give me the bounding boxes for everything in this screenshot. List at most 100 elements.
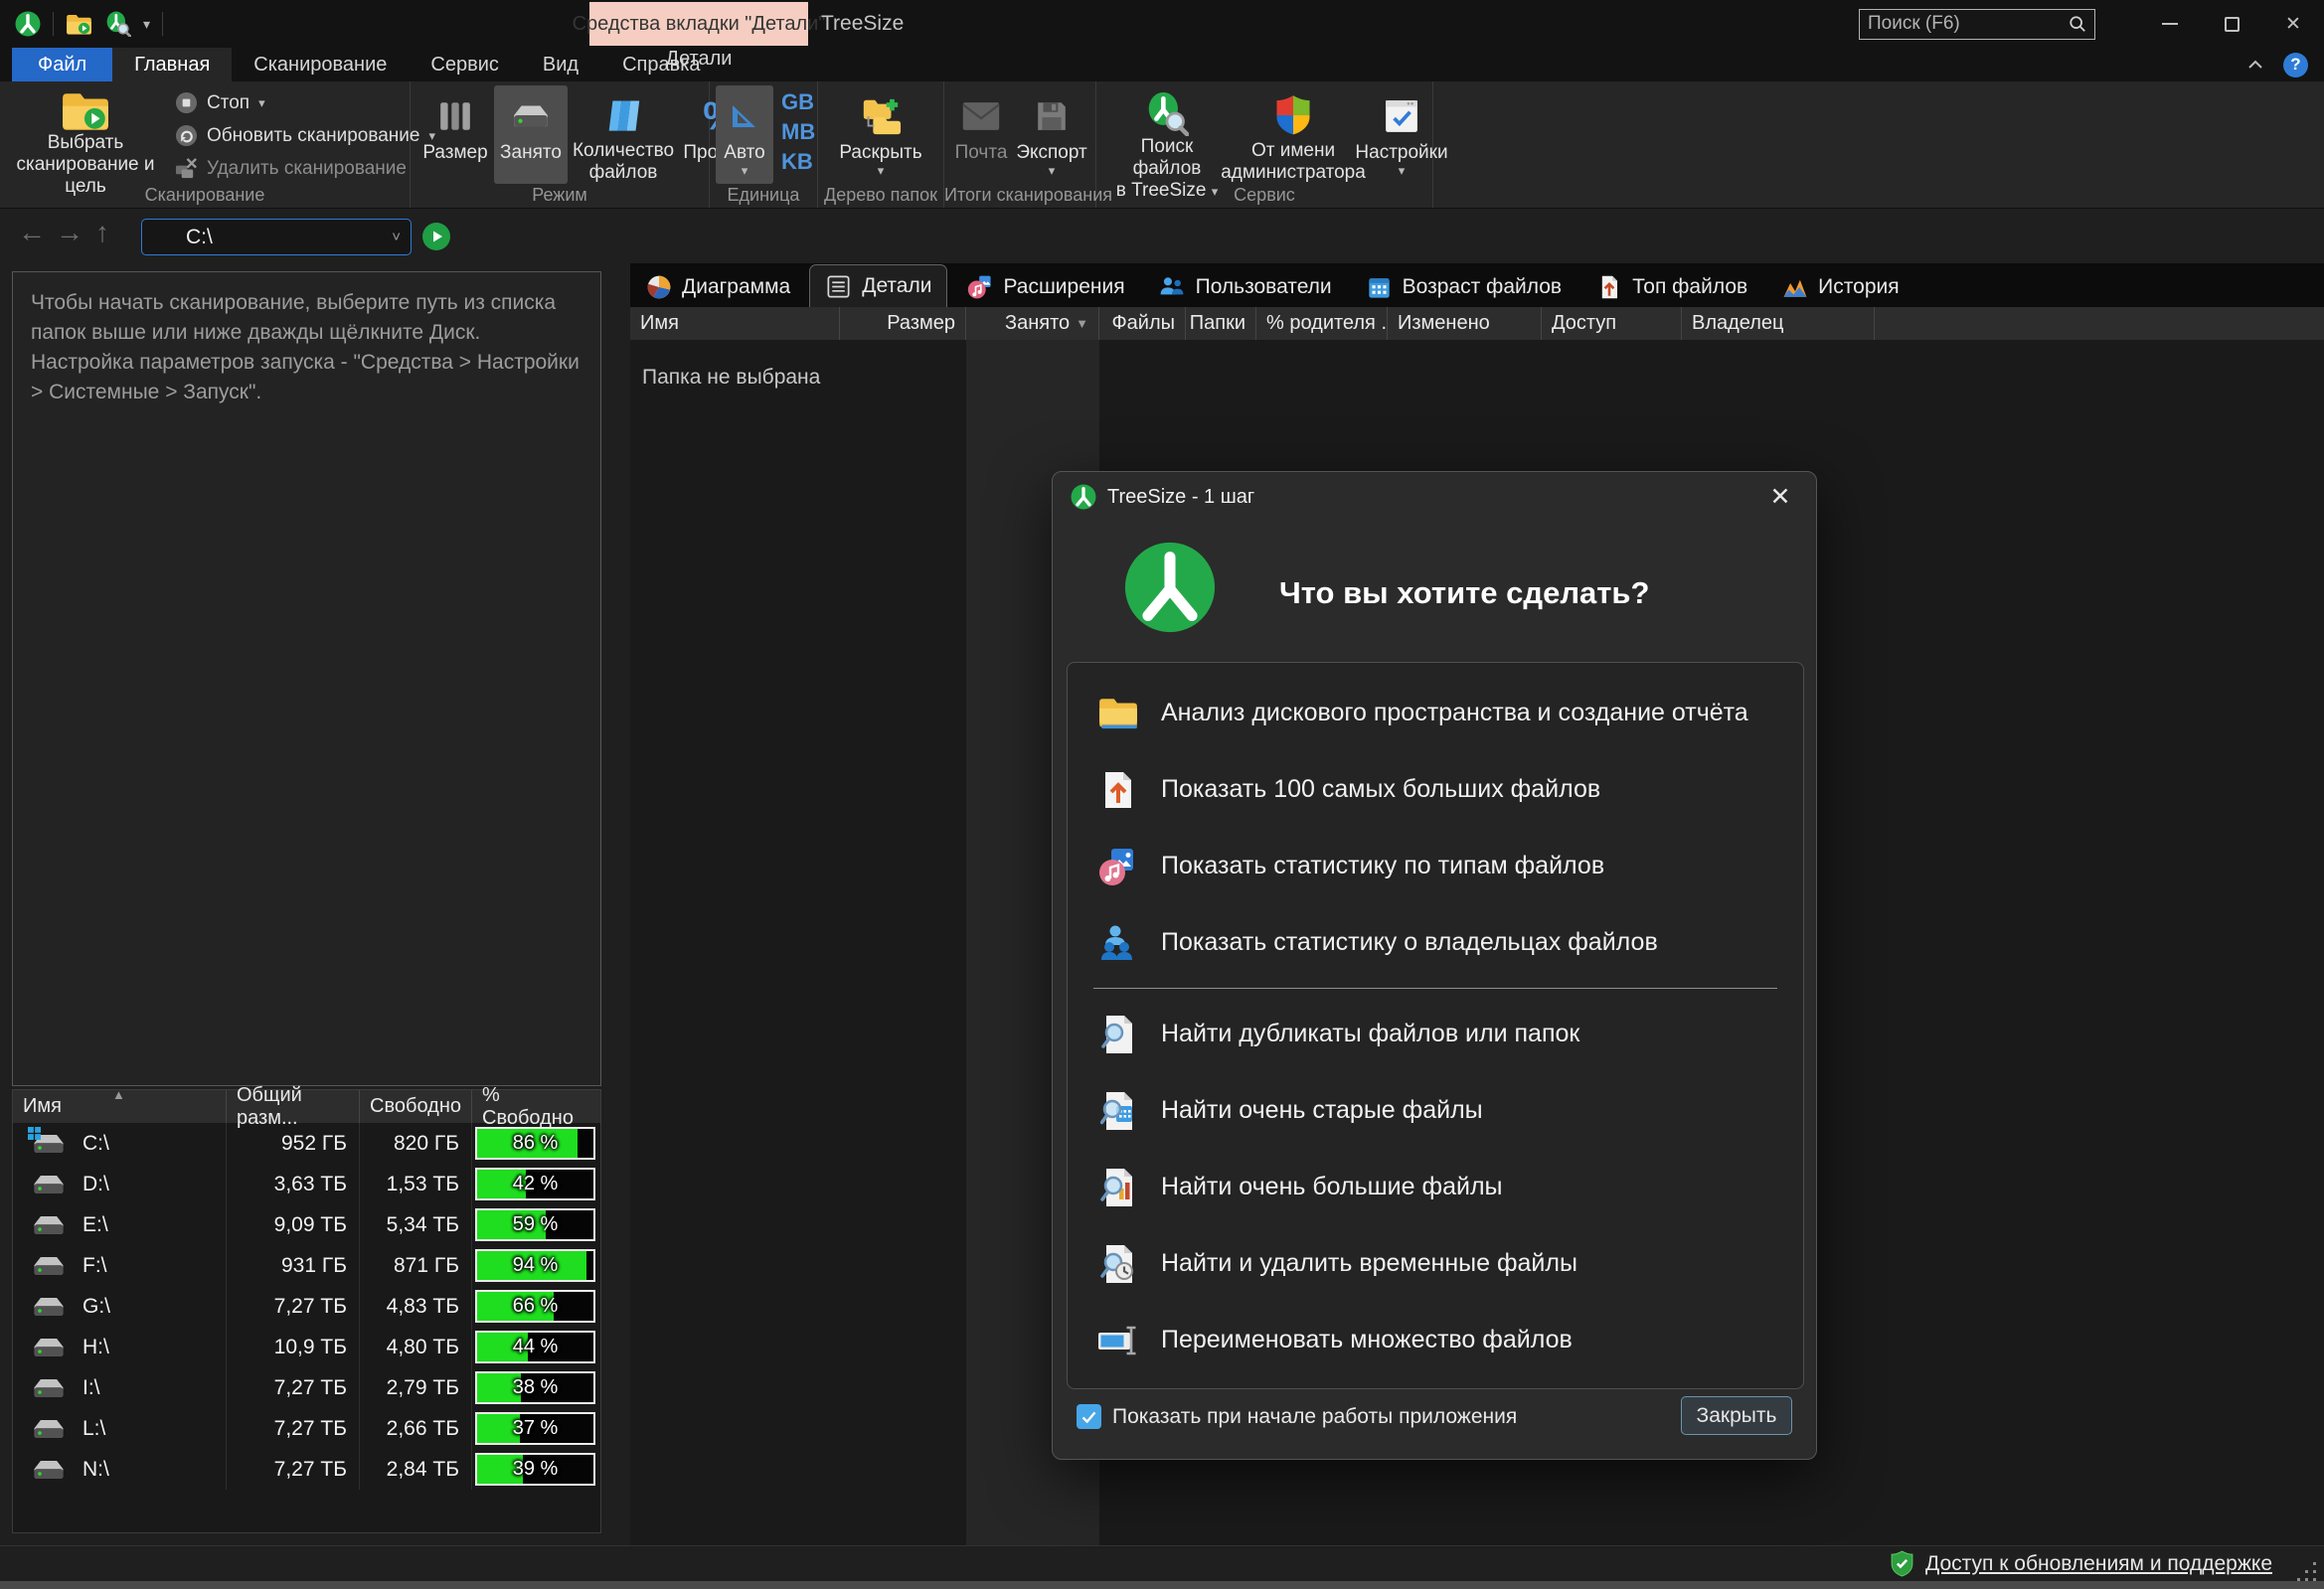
stop-icon xyxy=(175,91,198,114)
group-label-unit: Единица xyxy=(710,185,817,206)
action-batch-rename[interactable]: Переименовать множество файлов xyxy=(1068,1302,1803,1378)
action-find-old-files[interactable]: Найти очень старые файлы xyxy=(1068,1072,1803,1149)
action-find-duplicates[interactable]: Найти дубликаты файлов или папок xyxy=(1068,996,1803,1072)
tab-file[interactable]: Файл xyxy=(12,48,112,81)
search-icon[interactable] xyxy=(2069,15,2086,33)
tab-scan[interactable]: Сканирование xyxy=(232,48,409,81)
column-header-total[interactable]: Общий разм... xyxy=(227,1090,360,1123)
view-tab-history[interactable]: История xyxy=(1766,267,1913,307)
chevron-down-icon[interactable]: ˅ xyxy=(392,229,401,245)
column-header-size[interactable]: Размер xyxy=(840,307,966,340)
drive-icon xyxy=(31,1294,67,1320)
unit-auto-button[interactable]: Авто ▾ xyxy=(716,85,773,184)
mode-size-button[interactable]: Размер xyxy=(416,85,494,184)
drive-row[interactable]: F:\ 931 ГБ 871 ГБ 94 % xyxy=(13,1245,600,1286)
free-space-bar: 44 % xyxy=(475,1331,595,1363)
column-header-allocated[interactable]: Занято▼ xyxy=(966,307,1099,340)
column-header-files[interactable]: Файлы xyxy=(1099,307,1186,340)
collapse-ribbon-icon[interactable] xyxy=(2247,60,2263,70)
column-header-filler xyxy=(1875,307,2324,340)
search-document-icon xyxy=(1095,1014,1141,1055)
action-file-type-stats[interactable]: Показать статистику по типам файлов xyxy=(1068,828,1803,904)
view-tab-users[interactable]: Пользователи xyxy=(1144,267,1347,307)
column-header-pct-free[interactable]: % Свободно xyxy=(472,1090,598,1123)
view-tab-file-age[interactable]: Возраст файлов xyxy=(1351,267,1577,307)
search-input[interactable] xyxy=(1860,13,2069,35)
expand-button[interactable]: Раскрыть ▾ xyxy=(829,85,932,184)
app-logo-icon[interactable] xyxy=(14,11,41,38)
drive-row[interactable]: G:\ 7,27 ТБ 4,83 ТБ 66 % xyxy=(13,1286,600,1327)
mode-allocated-button[interactable]: Занято xyxy=(494,85,568,184)
dialog-close-button[interactable]: Закрыть xyxy=(1681,1396,1792,1435)
qat-select-scan-icon[interactable] xyxy=(66,11,92,38)
drive-row[interactable]: I:\ 7,27 ТБ 2,79 ТБ 38 % xyxy=(13,1367,600,1408)
forward-icon[interactable]: → xyxy=(56,217,83,248)
qat-customize-icon[interactable]: ▾ xyxy=(143,17,150,31)
updates-support-link[interactable]: Доступ к обновлениям и поддержке xyxy=(1925,1552,2272,1576)
path-combobox[interactable]: C:\ ˅ xyxy=(141,219,412,255)
tab-service[interactable]: Сервис xyxy=(409,48,521,81)
unit-gb-button[interactable]: GB xyxy=(781,89,815,115)
delete-scan-button[interactable]: Удалить сканирование xyxy=(175,157,435,180)
minimize-button[interactable] xyxy=(2139,0,2201,48)
drive-icon xyxy=(31,1416,67,1442)
qat-file-search-icon[interactable] xyxy=(104,11,131,38)
drive-row[interactable]: H:\ 10,9 ТБ 4,80 ТБ 44 % xyxy=(13,1327,600,1367)
file-search-button[interactable]: Поиск файловв TreeSize ▾ xyxy=(1102,85,1232,184)
path-value: C:\ xyxy=(142,226,213,249)
search-box[interactable] xyxy=(1859,9,2095,40)
drive-icon xyxy=(510,90,552,142)
stop-button[interactable]: Стоп▾ xyxy=(175,91,435,114)
column-header-folders[interactable]: Папки xyxy=(1186,307,1256,340)
column-header-name[interactable]: Имя ▲ xyxy=(13,1090,227,1123)
options-icon xyxy=(1384,90,1419,142)
tab-details-contextual[interactable]: Детали xyxy=(589,48,808,71)
up-icon[interactable]: ↑ xyxy=(95,217,109,248)
back-icon[interactable]: ← xyxy=(18,217,46,248)
free-space-bar: 94 % xyxy=(475,1249,595,1282)
drive-row[interactable]: N:\ 7,27 ТБ 2,84 ТБ 39 % xyxy=(13,1449,600,1490)
refresh-scan-button[interactable]: Обновить сканирование▾ xyxy=(175,124,435,147)
free-space-bar: 38 % xyxy=(475,1371,595,1404)
close-button[interactable]: ✕ xyxy=(2262,0,2324,48)
drive-row[interactable]: D:\ 3,63 ТБ 1,53 ТБ 42 % xyxy=(13,1164,600,1204)
select-scan-button[interactable]: Выбрать сканирование и цель xyxy=(6,85,165,184)
column-header-access[interactable]: Доступ xyxy=(1542,307,1682,340)
start-scan-button[interactable] xyxy=(421,222,451,251)
action-top100-files[interactable]: Показать 100 самых больших файлов xyxy=(1068,751,1803,828)
expand-folders-icon xyxy=(860,90,902,142)
dialog-close-icon[interactable]: ✕ xyxy=(1762,479,1798,515)
column-header-name[interactable]: Имя xyxy=(630,307,840,340)
column-header-modified[interactable]: Изменено xyxy=(1388,307,1542,340)
sort-asc-icon: ▲ xyxy=(112,1087,125,1102)
divider xyxy=(53,12,54,36)
folder-play-icon xyxy=(61,90,110,132)
action-owner-stats[interactable]: Показать статистику о владельцах файлов xyxy=(1068,904,1803,981)
column-header-pct-parent[interactable]: % родителя ... xyxy=(1256,307,1388,340)
show-on-startup-checkbox[interactable] xyxy=(1077,1404,1101,1429)
mode-file-count-button[interactable]: Количество файлов xyxy=(568,85,679,184)
help-icon[interactable]: ? xyxy=(2283,53,2308,78)
options-button[interactable]: Настройки ▾ xyxy=(1355,85,1448,184)
view-tab-extensions[interactable]: Расширения xyxy=(951,267,1139,307)
view-tab-chart[interactable]: Диаграмма xyxy=(630,267,805,307)
drive-row[interactable]: L:\ 7,27 ТБ 2,66 ТБ 37 % xyxy=(13,1408,600,1449)
mail-button[interactable]: Почта xyxy=(949,85,1013,184)
export-button[interactable]: Экспорт ▾ xyxy=(1013,85,1090,184)
run-as-admin-button[interactable]: От имениадминистратора xyxy=(1232,85,1355,184)
column-header-free[interactable]: Свободно xyxy=(360,1090,472,1123)
titlebar: ▾ Средства вкладки "Детали" TreeSize ✕ xyxy=(0,0,2324,48)
action-find-large-files[interactable]: Найти очень большие файлы xyxy=(1068,1149,1803,1225)
unit-mb-button[interactable]: MB xyxy=(781,119,815,145)
action-analyze-disk[interactable]: Анализ дискового пространства и создание… xyxy=(1068,675,1803,751)
calendar-icon xyxy=(1366,274,1393,301)
action-delete-temp-files[interactable]: Найти и удалить временные файлы xyxy=(1068,1225,1803,1302)
maximize-button[interactable] xyxy=(2201,0,2262,48)
drive-icon xyxy=(31,1335,67,1360)
unit-kb-button[interactable]: KB xyxy=(781,149,815,175)
view-tab-top-files[interactable]: Топ файлов xyxy=(1580,267,1762,307)
column-header-owner[interactable]: Владелец xyxy=(1682,307,1875,340)
tab-home[interactable]: Главная xyxy=(112,48,232,81)
view-tab-details[interactable]: Детали xyxy=(809,264,947,307)
drive-row[interactable]: E:\ 9,09 ТБ 5,34 ТБ 59 % xyxy=(13,1204,600,1245)
